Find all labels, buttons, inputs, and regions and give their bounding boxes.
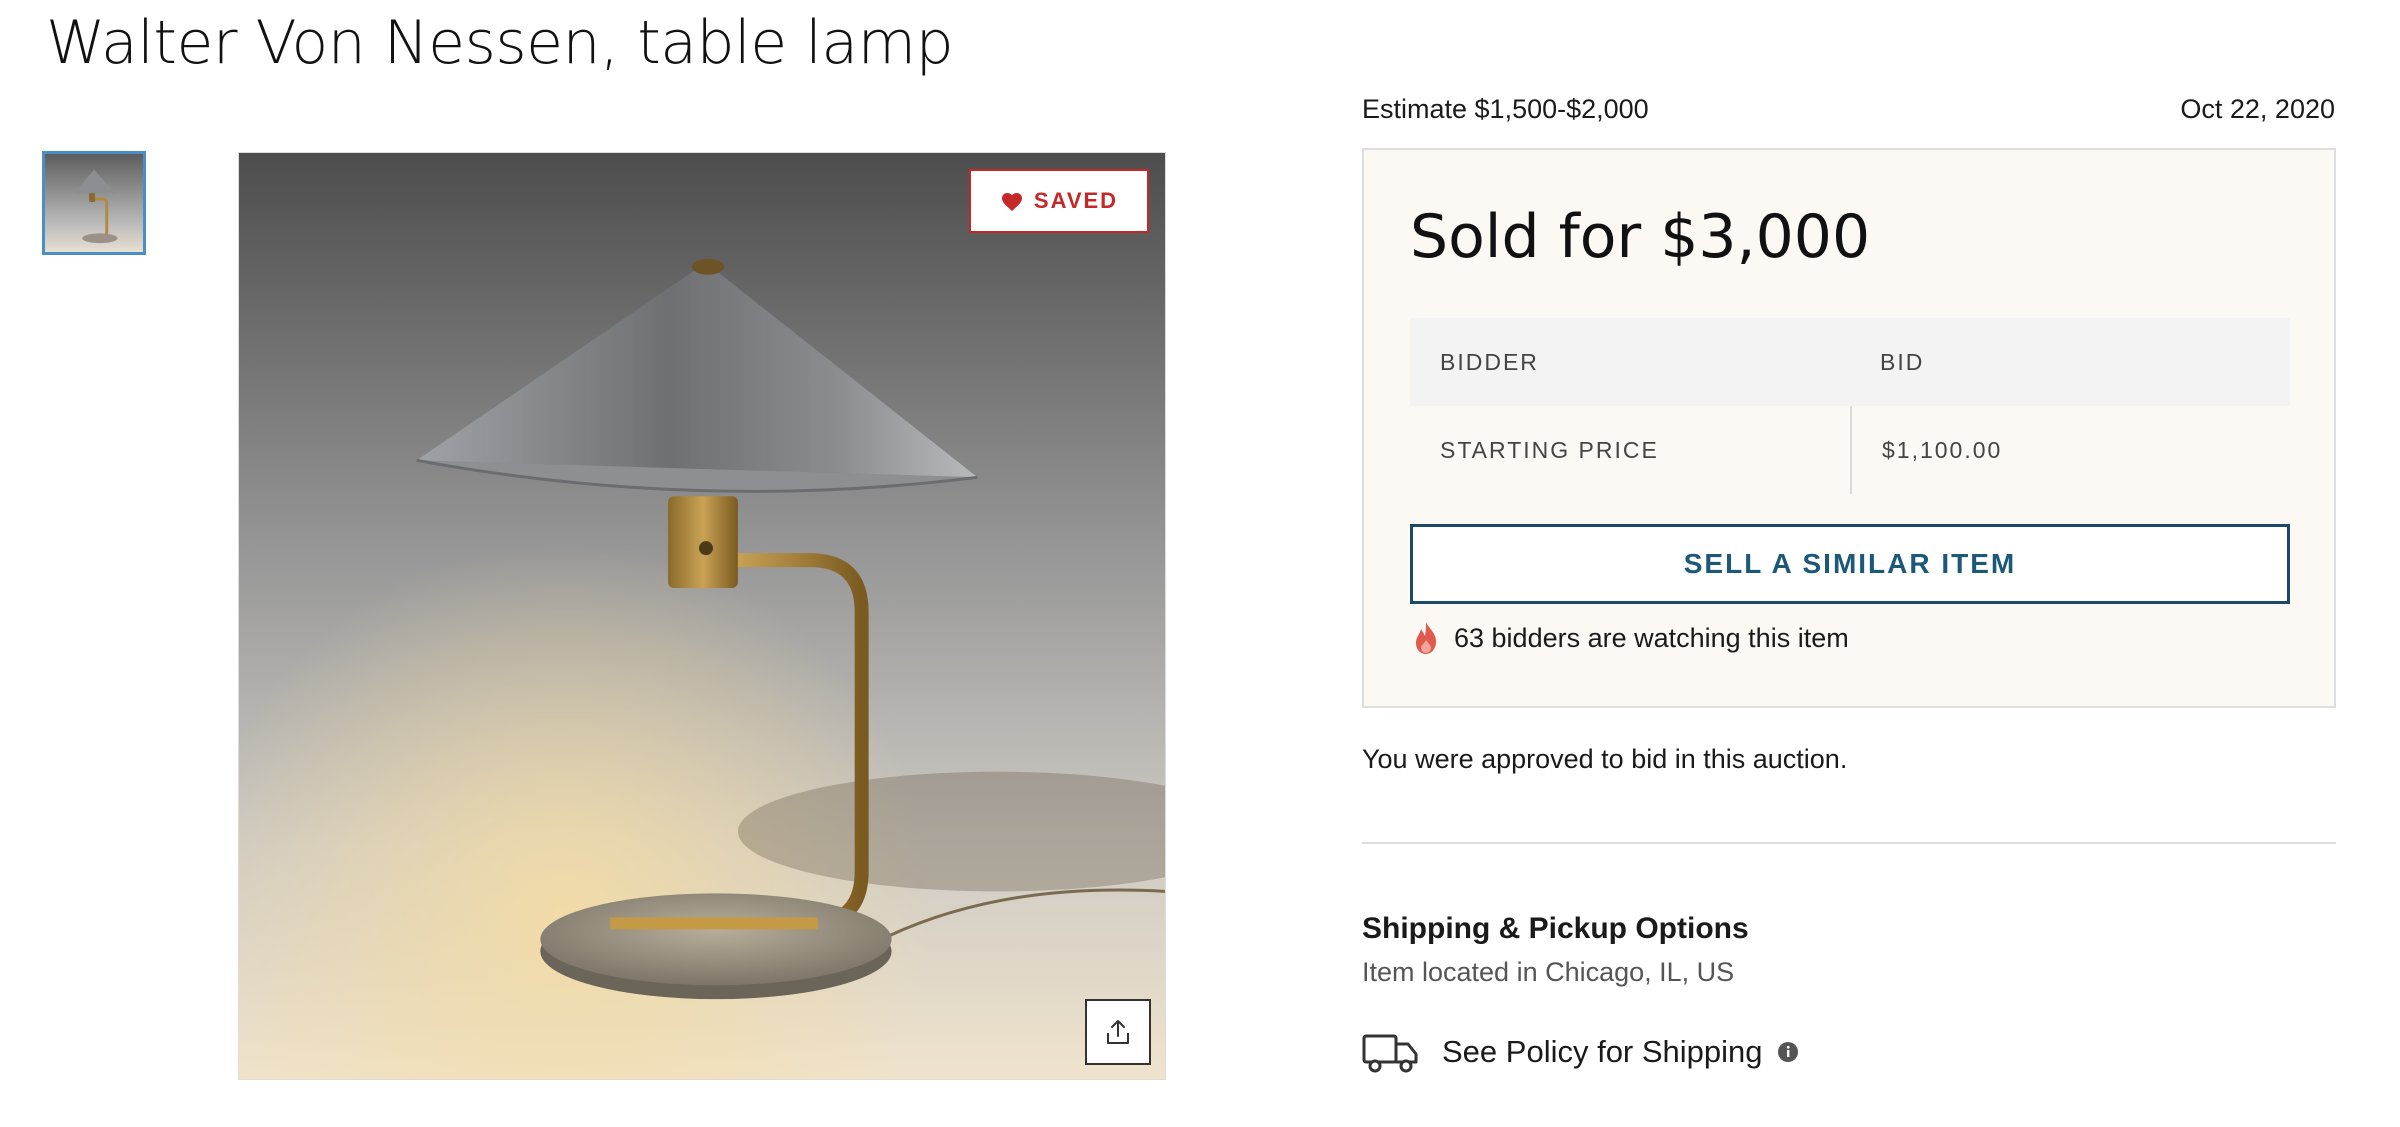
bidder-cell: STARTING PRICE [1440,436,1659,463]
estimate-range: Estimate $1,500-$2,000 [1362,94,1649,124]
table-lamp-photo [239,153,1165,1079]
watchers-notice: 63 bidders are watching this item [1410,620,1849,656]
lamp-thumbnail-icon [45,154,143,252]
table-header-row: BIDDER BID [1410,318,2290,406]
saved-button[interactable]: SAVED [969,169,1149,233]
main-product-image[interactable]: SAVED [238,152,1166,1080]
sold-price: Sold for $3,000 [1410,202,1871,272]
sell-similar-item-button[interactable]: SELL A SIMILAR ITEM [1410,524,2290,604]
truck-icon [1362,1034,1418,1073]
auction-date: Oct 22, 2020 [2180,94,2335,124]
table-row: STARTING PRICE $1,100.00 [1410,406,2290,494]
image-thumbnail[interactable] [42,151,146,255]
section-divider [1362,842,2336,844]
column-header-bid: BID [1880,348,1925,375]
policy-label[interactable]: See Policy for Shipping [1442,1034,1763,1070]
column-header-bidder: BIDDER [1440,348,1539,375]
bid-cell: $1,100.00 [1850,406,2290,494]
sold-panel: Sold for $3,000 BIDDER BID STARTING PRIC… [1362,148,2336,708]
info-icon[interactable] [1777,1041,1799,1063]
flame-icon [1416,622,1436,654]
watchers-text: 63 bidders are watching this item [1454,622,1849,653]
shipping-title: Shipping & Pickup Options [1362,912,1749,945]
share-button[interactable] [1085,999,1151,1065]
page-title: Walter Von Nessen, table lamp [46,8,954,78]
shipping-policy-link[interactable]: See Policy for Shipping [1362,1030,1799,1074]
bid-history-table: BIDDER BID STARTING PRICE $1,100.00 [1410,318,2290,494]
approval-status: You were approved to bid in this auction… [1362,744,1848,774]
share-icon [1107,1020,1129,1044]
item-location: Item located in Chicago, IL, US [1362,957,1735,987]
heart-icon [1001,193,1022,211]
saved-label: SAVED [1033,188,1119,213]
